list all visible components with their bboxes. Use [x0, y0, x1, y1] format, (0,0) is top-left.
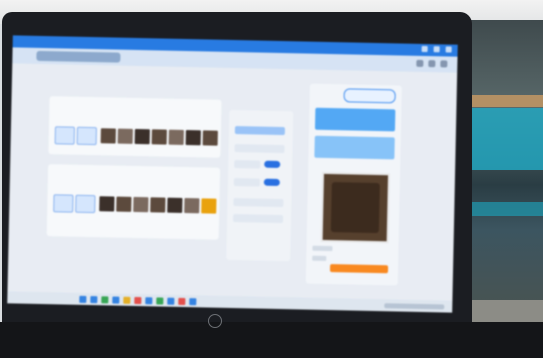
background-teal-stripe [462, 202, 543, 216]
result-preview-subject [330, 182, 380, 234]
settings-option[interactable] [232, 214, 284, 224]
app-tab[interactable] [36, 50, 121, 63]
app-icon[interactable] [134, 296, 142, 305]
settings-option[interactable] [233, 178, 260, 187]
settings-option[interactable] [234, 160, 261, 169]
laptop-screen [7, 35, 458, 313]
thumbnail-row-a [100, 128, 218, 146]
generate-button[interactable] [329, 264, 389, 274]
background-shelf [462, 95, 543, 107]
start-icon[interactable] [79, 295, 87, 303]
settings-option-active[interactable] [234, 126, 285, 136]
app-icon[interactable] [167, 297, 175, 305]
background-room-right [460, 20, 543, 320]
image-thumbnail[interactable] [133, 196, 149, 213]
app-icon[interactable] [156, 297, 164, 305]
image-thumbnail-selected[interactable] [201, 198, 217, 214]
laptop-base [0, 322, 543, 358]
extension-icon[interactable] [416, 59, 424, 67]
menu-icon[interactable] [440, 60, 448, 68]
settings-option[interactable] [234, 144, 285, 154]
image-thumbnail[interactable] [185, 130, 201, 146]
settings-panel [226, 109, 294, 262]
image-set-panel-b [46, 164, 221, 240]
upload-button-a2[interactable] [76, 126, 97, 146]
image-thumbnail[interactable] [202, 130, 218, 146]
maximize-icon[interactable] [433, 46, 440, 53]
folder-icon[interactable] [123, 296, 131, 304]
toggle-switch[interactable] [264, 160, 281, 168]
output-panel [305, 83, 402, 286]
output-tag-button[interactable] [343, 88, 396, 104]
toggle-switch[interactable] [263, 178, 280, 186]
image-thumbnail[interactable] [134, 128, 150, 145]
info-card[interactable] [314, 107, 396, 132]
image-thumbnail[interactable] [168, 129, 184, 145]
toolbar-icons [416, 59, 448, 68]
field-label [312, 245, 333, 252]
close-icon[interactable] [445, 46, 452, 53]
taskbar-apps [79, 295, 197, 306]
background-teal-object [462, 108, 543, 170]
field-label [312, 255, 327, 261]
image-thumbnail[interactable] [116, 196, 132, 212]
image-thumbnail[interactable] [150, 197, 166, 213]
system-tray[interactable] [384, 303, 445, 310]
app-icon[interactable] [112, 296, 120, 304]
hp-logo-icon [208, 314, 222, 328]
upload-card[interactable] [314, 135, 395, 160]
upload-button-b[interactable] [53, 194, 74, 213]
upload-button-b2[interactable] [75, 194, 96, 214]
result-preview-image [320, 171, 391, 244]
image-thumbnail[interactable] [151, 129, 167, 145]
thumbnail-row-b [99, 196, 217, 214]
profile-icon[interactable] [428, 60, 436, 68]
image-thumbnail[interactable] [117, 128, 133, 144]
browser-icon[interactable] [145, 297, 153, 305]
search-icon[interactable] [90, 296, 98, 304]
app-icon[interactable] [178, 297, 186, 306]
image-thumbnail[interactable] [184, 197, 200, 214]
minimize-icon[interactable] [421, 45, 428, 53]
app-icon[interactable] [189, 298, 197, 306]
settings-option[interactable] [233, 198, 284, 208]
image-thumbnail[interactable] [100, 128, 116, 144]
image-thumbnail[interactable] [167, 197, 183, 213]
upload-button-a[interactable] [54, 126, 75, 145]
image-set-panel-a [48, 96, 222, 158]
app-icon[interactable] [101, 296, 109, 304]
image-thumbnail[interactable] [99, 196, 115, 212]
